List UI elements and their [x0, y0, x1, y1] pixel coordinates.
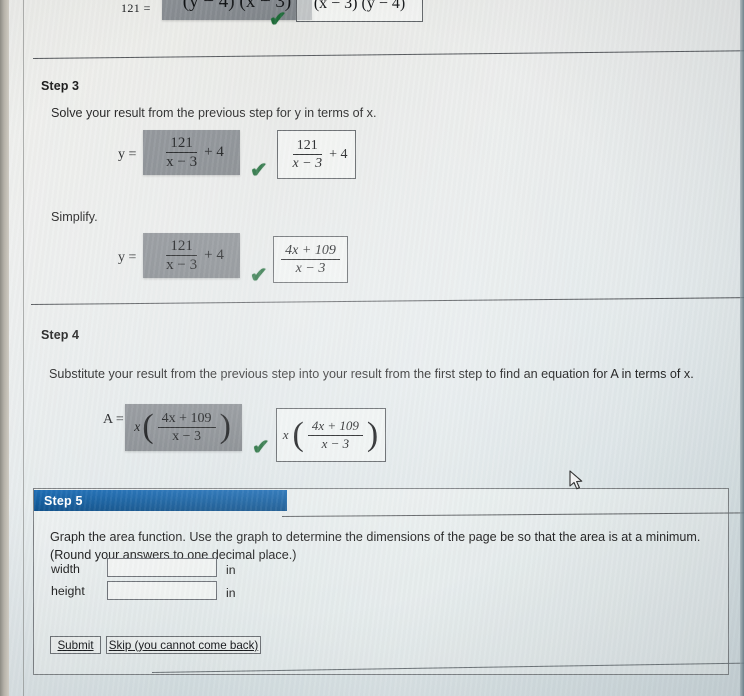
- step-4-reference-answer-box: x ( 4x + 109 x − 3 ): [276, 408, 386, 462]
- step-3-row-1-reference-answer-box: 121 x − 3 + 4: [277, 130, 356, 179]
- fraction: 121 x − 3: [288, 138, 326, 171]
- skip-button-label: Skip (you cannot come back): [108, 638, 259, 652]
- right-screen-bezel: [740, 0, 744, 696]
- fraction: 4x + 109 x − 3: [307, 419, 363, 451]
- top-reference-answer-text: (x − 3) (y − 4): [313, 0, 406, 12]
- fraction-trailing-term: + 4: [204, 247, 224, 263]
- fraction-denominator: x − 3: [295, 261, 326, 276]
- step-3-prompt-2: Simplify.: [51, 208, 351, 226]
- paren-close: ): [366, 415, 379, 453]
- submit-button-label: Submit: [57, 638, 94, 652]
- step-4-filled-answer-box[interactable]: x ( 4x + 109 x − 3 ): [125, 404, 242, 451]
- fraction-denominator: x − 3: [321, 435, 350, 451]
- paren-close: ): [219, 408, 231, 446]
- step-3-prompt-1-text: Solve your result from the previous step…: [51, 106, 377, 120]
- left-screen-bezel: [0, 0, 9, 696]
- math-prefix-variable: x: [282, 427, 289, 442]
- fraction-denominator: x − 3: [172, 429, 202, 444]
- top-filled-answer-box[interactable]: (y − 4) (x − 3): [162, 0, 312, 20]
- fraction: 121 x − 3: [162, 238, 201, 273]
- step-3-row-1-filled-math: 121 x − 3 + 4: [159, 135, 224, 170]
- width-input[interactable]: [107, 558, 217, 577]
- worksheet-page: 121 = (y − 4) (x − 3) ✔ (x − 3) (y − 4) …: [24, 0, 744, 696]
- fraction: 121 x − 3: [162, 135, 201, 170]
- fraction-numerator: 121: [292, 138, 322, 155]
- top-check-icon: ✔: [269, 8, 287, 31]
- height-field-label: height: [51, 584, 85, 598]
- top-equation-lhs: 121 =: [121, 1, 151, 15]
- paren-open: (: [292, 415, 304, 453]
- fraction-numerator: 4x + 109: [281, 243, 340, 260]
- fraction-numerator: 121: [166, 238, 197, 256]
- fraction-denominator: x − 3: [166, 154, 198, 170]
- step-3-row-2-filled-answer-box[interactable]: 121 x − 3 + 4: [143, 233, 240, 278]
- divider-above-step4: [30, 297, 744, 305]
- fraction-trailing-term: + 4: [204, 144, 224, 160]
- step-4-prompt-1: Substitute your result from the previous…: [49, 365, 734, 383]
- math-prefix-variable: x: [134, 419, 141, 435]
- fraction-denominator: x − 3: [292, 156, 323, 171]
- step-3-row-1-check-icon: ✔: [250, 159, 268, 182]
- divider-above-step3: [32, 50, 744, 59]
- step-3-row-1-reference-math: 121 x − 3 + 4: [285, 138, 347, 171]
- step-4-filled-math: x ( 4x + 109 x − 3 ): [134, 408, 233, 446]
- step-3-prompt-1: Solve your result from the previous step…: [51, 104, 671, 122]
- step-3-row-2-filled-math: 121 x − 3 + 4: [159, 238, 224, 273]
- step-3-row-1-filled-answer-box[interactable]: 121 x − 3 + 4: [143, 130, 240, 175]
- fraction-numerator: 4x + 109: [157, 411, 216, 428]
- step-4-label: Step 4: [41, 328, 80, 342]
- width-field-label: width: [51, 562, 80, 576]
- height-unit-label: in: [226, 586, 236, 600]
- fraction-numerator: 121: [166, 135, 197, 153]
- left-margin-rule: [23, 0, 24, 696]
- paren-open: (: [142, 408, 154, 446]
- fraction-trailing-term: + 4: [329, 146, 348, 162]
- step-4-prompt-1-text: Substitute your result from the previous…: [49, 367, 694, 381]
- step-3-row-2-reference-answer-box-main: 4x + 109 x − 3: [273, 236, 348, 283]
- fraction: 4x + 109 x − 3: [157, 411, 216, 444]
- step-3-row-2-check-icon: ✔: [250, 264, 268, 287]
- top-reference-answer-box: (x − 3) (y − 4): [296, 0, 423, 22]
- step-4-reference-math: x ( 4x + 109 x − 3 ): [282, 415, 379, 453]
- step-4-check-icon: ✔: [252, 436, 270, 459]
- step-3-row-2-reference-math: 4x + 109 x − 3: [278, 243, 343, 276]
- submit-button[interactable]: Submit: [50, 636, 101, 654]
- fraction-numerator: 4x + 109: [307, 419, 363, 436]
- width-unit-label: in: [226, 563, 236, 577]
- fraction: 4x + 109 x − 3: [281, 243, 340, 276]
- step-3-label: Step 3: [41, 79, 80, 93]
- height-input[interactable]: [107, 581, 217, 600]
- fraction-denominator: x − 3: [166, 257, 198, 273]
- step-5-label: Step 5: [44, 493, 83, 508]
- step-3-prompt-2-text: Simplify.: [51, 210, 98, 224]
- step-4-row-lhs: A =: [103, 412, 124, 427]
- step-5-header-bar: Step 5: [34, 490, 287, 511]
- step-3-row-2-lhs: y =: [118, 250, 137, 265]
- skip-button[interactable]: Skip (you cannot come back): [106, 636, 261, 654]
- step-3-row-1-lhs: y =: [118, 147, 137, 162]
